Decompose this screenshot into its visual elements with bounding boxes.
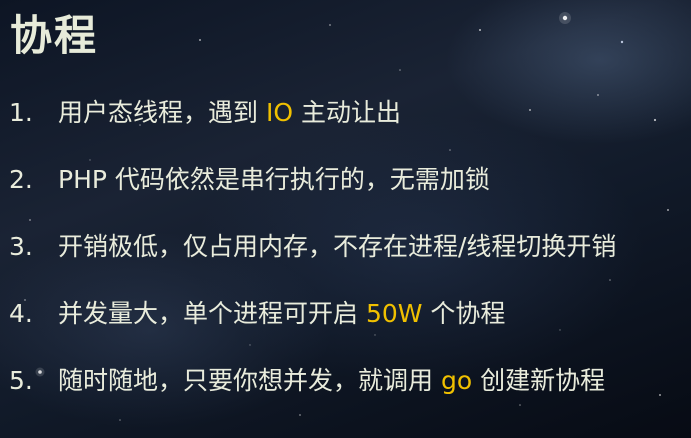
item-text: 随时随地，只要你想并发，就调用 go 创建新协程 — [58, 362, 605, 400]
item-text-before: 并发量大，单个进程可开启 — [58, 299, 366, 328]
item-number: 1. — [9, 98, 33, 127]
item-number: 5. — [9, 366, 33, 395]
item-number: 2. — [9, 165, 33, 194]
item-text-before: 随时随地，只要你想并发，就调用 — [58, 366, 441, 395]
item-text-before: 用户态线程，遇到 — [58, 98, 266, 127]
item-highlight: 50W — [365, 299, 423, 328]
item-text: 并发量大，单个进程可开启 50W 个协程 — [58, 295, 505, 333]
item-text-after: 创建新协程 — [472, 366, 606, 395]
item-text-after: 主动让出 — [293, 98, 401, 127]
item-text: PHP 代码依然是串行执行的，无需加锁 — [58, 161, 490, 199]
item-text: 开销极低，仅占用内存，不存在进程/线程切换开销 — [58, 228, 616, 266]
item-highlight: IO — [265, 98, 294, 127]
item-highlight: go — [440, 366, 473, 395]
item-text: 用户态线程，遇到 IO 主动让出 — [58, 94, 401, 132]
slide-title: 协程 — [10, 11, 99, 60]
item-number: 3. — [9, 232, 33, 261]
slide: 协程 1. 用户态线程，遇到 IO 主动让出 2. PHP 代码依然是串行执行的… — [0, 0, 691, 438]
item-text-after: 个协程 — [422, 299, 506, 328]
item-number: 4. — [9, 299, 33, 328]
item-text-before: PHP 代码依然是串行执行的，无需加锁 — [58, 165, 490, 194]
item-text-before: 开销极低，仅占用内存，不存在进程/线程切换开销 — [58, 232, 617, 261]
